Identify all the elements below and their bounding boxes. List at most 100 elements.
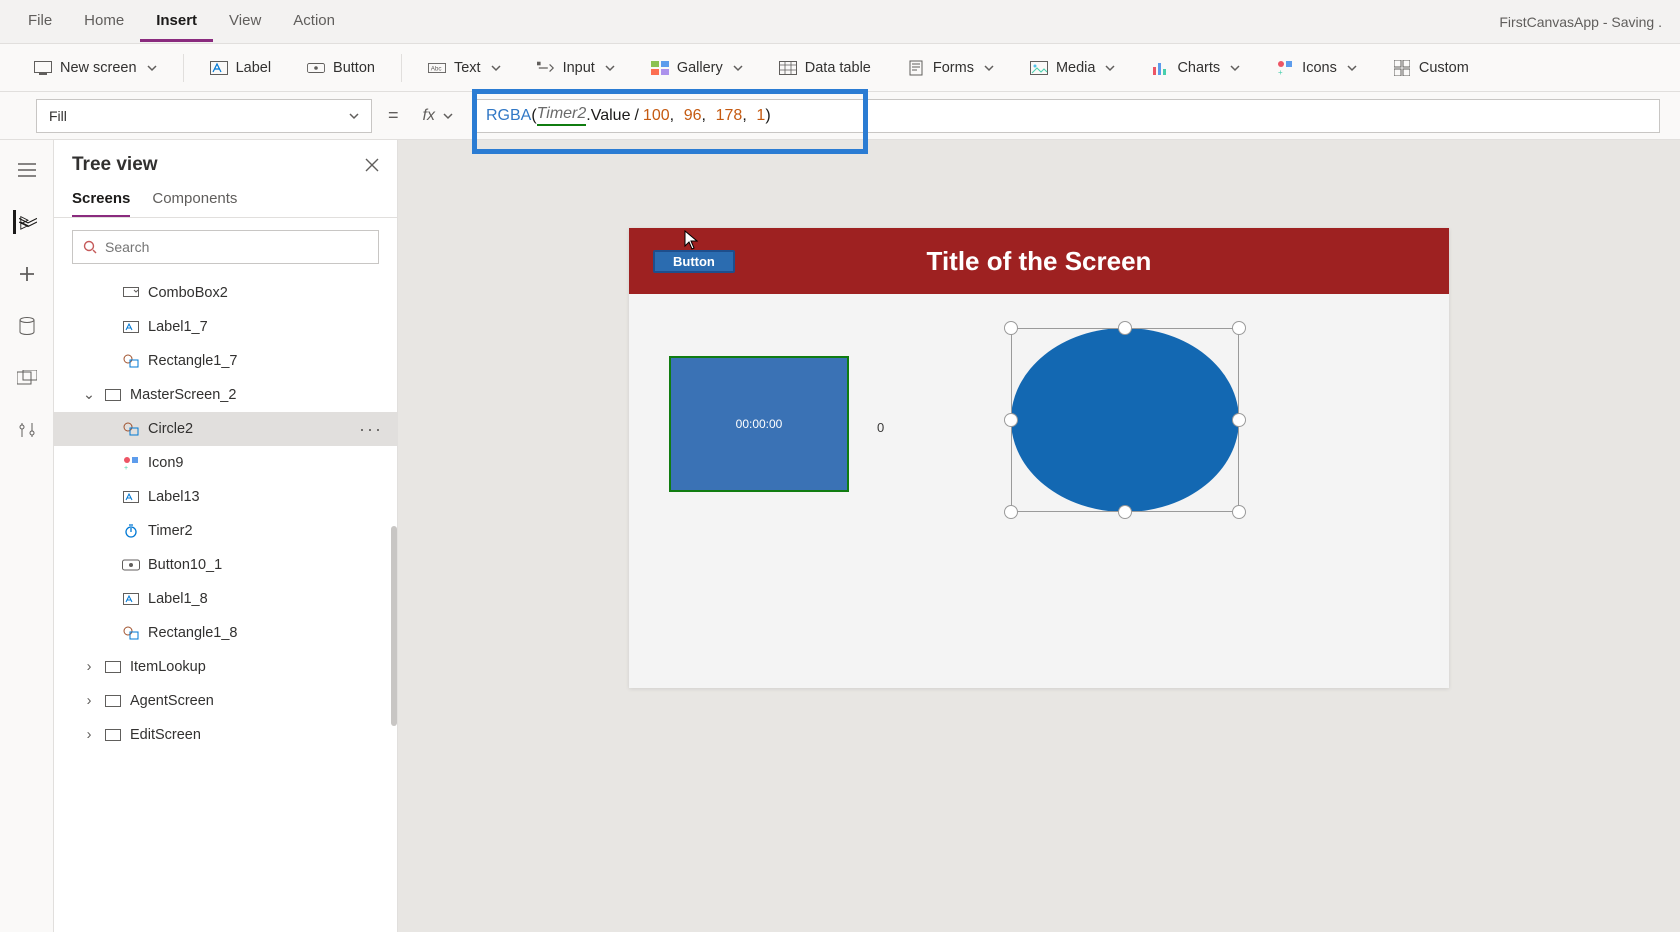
rail-tree-view[interactable] bbox=[13, 210, 37, 234]
menu-action[interactable]: Action bbox=[277, 2, 351, 42]
combobox-icon bbox=[122, 284, 140, 302]
equals-label: = bbox=[384, 105, 403, 126]
app-title-status: FirstCanvasApp - Saving . bbox=[1499, 14, 1668, 30]
main-area: Tree view Screens Components ComboBox2 L… bbox=[0, 140, 1680, 932]
timer-icon bbox=[122, 522, 140, 540]
expand-icon[interactable]: › bbox=[82, 659, 96, 675]
tree-node-label1-7[interactable]: Label1_7 bbox=[54, 310, 397, 344]
tree-node-masterscreen-2[interactable]: ⌄MasterScreen_2 bbox=[54, 378, 397, 412]
resize-handle[interactable] bbox=[1232, 321, 1246, 335]
media-dropdown[interactable]: Media bbox=[1016, 53, 1130, 83]
canvas-timer-control[interactable]: 00:00:00 bbox=[669, 356, 849, 492]
more-options-icon[interactable]: ··· bbox=[359, 419, 383, 440]
tree-node-combobox2[interactable]: ComboBox2 bbox=[54, 276, 397, 310]
scrollbar-thumb[interactable] bbox=[391, 526, 397, 726]
rail-hamburger[interactable] bbox=[15, 158, 39, 182]
fx-button[interactable]: fx bbox=[415, 107, 461, 125]
input-icon bbox=[537, 59, 555, 77]
icons-icon: + bbox=[1276, 59, 1294, 77]
rail-data[interactable] bbox=[15, 314, 39, 338]
button-button[interactable]: Button bbox=[293, 53, 389, 83]
input-btn-label: Input bbox=[563, 60, 595, 76]
charts-dropdown[interactable]: Charts bbox=[1137, 53, 1254, 83]
tree-list[interactable]: ComboBox2 Label1_7 Rectangle1_7 ⌄MasterS… bbox=[54, 276, 397, 932]
resize-handle[interactable] bbox=[1004, 505, 1018, 519]
menu-home[interactable]: Home bbox=[68, 2, 140, 42]
insert-ribbon: New screen Label Button Abc Text Input G… bbox=[0, 44, 1680, 92]
resize-handle[interactable] bbox=[1232, 505, 1246, 519]
chevron-down-icon bbox=[605, 63, 615, 73]
tree-node-timer2[interactable]: Timer2 bbox=[54, 514, 397, 548]
new-screen-button[interactable]: New screen bbox=[20, 53, 171, 83]
rail-insert[interactable] bbox=[15, 262, 39, 286]
form-icon bbox=[907, 59, 925, 77]
menu-file[interactable]: File bbox=[12, 2, 68, 42]
chevron-down-icon bbox=[443, 111, 453, 121]
tree-close-button[interactable] bbox=[365, 158, 379, 172]
charts-label: Charts bbox=[1177, 60, 1220, 76]
canvas-button-control[interactable]: Button bbox=[653, 250, 735, 273]
canvas-circle-selection[interactable] bbox=[1011, 328, 1239, 512]
text-btn-label: Text bbox=[454, 60, 481, 76]
datatable-button[interactable]: Data table bbox=[765, 53, 885, 83]
gallery-dropdown[interactable]: Gallery bbox=[637, 53, 757, 83]
search-icon bbox=[83, 240, 97, 254]
screen-icon bbox=[104, 726, 122, 744]
tree-node-label1-8[interactable]: Label1_8 bbox=[54, 582, 397, 616]
media-label: Media bbox=[1056, 60, 1096, 76]
rail-media[interactable] bbox=[15, 366, 39, 390]
label-button[interactable]: Label bbox=[196, 53, 285, 83]
custom-dropdown[interactable]: Custom bbox=[1379, 53, 1483, 83]
screen-icon bbox=[104, 386, 122, 404]
iconctrl-icon: + bbox=[122, 454, 140, 472]
expand-icon[interactable]: ⌄ bbox=[82, 387, 96, 403]
resize-handle[interactable] bbox=[1118, 321, 1132, 335]
expand-icon[interactable]: › bbox=[82, 693, 96, 709]
label-btn-text: Label bbox=[236, 60, 271, 76]
tree-view-title: Tree view bbox=[72, 154, 158, 176]
gallery-icon bbox=[651, 59, 669, 77]
top-menubar: File Home Insert View Action FirstCanvas… bbox=[0, 0, 1680, 44]
tree-node-button10-1[interactable]: Button10_1 bbox=[54, 548, 397, 582]
tab-components[interactable]: Components bbox=[152, 190, 237, 217]
menu-insert[interactable]: Insert bbox=[140, 2, 213, 42]
canvas-area[interactable]: Button Title of the Screen 00:00:00 0 bbox=[398, 140, 1680, 932]
svg-text:+: + bbox=[1278, 68, 1283, 76]
left-rail bbox=[0, 140, 54, 932]
resize-handle[interactable] bbox=[1118, 505, 1132, 519]
canvas-screen[interactable]: Button Title of the Screen 00:00:00 0 bbox=[629, 228, 1449, 688]
tree-node-circle2[interactable]: Circle2··· bbox=[54, 412, 397, 446]
resize-handle[interactable] bbox=[1232, 413, 1246, 427]
text-input-icon: Abc bbox=[428, 59, 446, 77]
tree-node-rectangle1-8[interactable]: Rectangle1_8 bbox=[54, 616, 397, 650]
rail-advanced[interactable] bbox=[15, 418, 39, 442]
chevron-down-icon bbox=[1230, 63, 1240, 73]
tree-search-input[interactable] bbox=[105, 239, 368, 255]
tree-node-label13[interactable]: Label13 bbox=[54, 480, 397, 514]
tree-node-itemlookup[interactable]: ›ItemLookup bbox=[54, 650, 397, 684]
formula-token-num: 100 bbox=[643, 107, 670, 125]
formula-input[interactable]: RGBA(Timer2.Value/100, 96, 178, 1) bbox=[473, 99, 1660, 133]
forms-dropdown[interactable]: Forms bbox=[893, 53, 1008, 83]
input-dropdown[interactable]: Input bbox=[523, 53, 629, 83]
label-icon bbox=[122, 590, 140, 608]
button-icon bbox=[307, 59, 325, 77]
tree-node-icon9[interactable]: +Icon9 bbox=[54, 446, 397, 480]
menu-view[interactable]: View bbox=[213, 2, 277, 42]
resize-handle[interactable] bbox=[1004, 413, 1018, 427]
tree-node-rectangle1-7[interactable]: Rectangle1_7 bbox=[54, 344, 397, 378]
screen-icon bbox=[34, 59, 52, 77]
tree-search[interactable] bbox=[72, 230, 379, 264]
label-icon bbox=[122, 318, 140, 336]
chevron-down-icon bbox=[1105, 63, 1115, 73]
icons-dropdown[interactable]: + Icons bbox=[1262, 53, 1371, 83]
tree-node-agentscreen[interactable]: ›AgentScreen bbox=[54, 684, 397, 718]
ribbon-separator bbox=[183, 54, 184, 82]
property-selector[interactable]: Fill bbox=[36, 99, 372, 133]
expand-icon[interactable]: › bbox=[82, 727, 96, 743]
formula-token-ref: Timer2 bbox=[537, 105, 587, 126]
tree-node-editscreen[interactable]: ›EditScreen bbox=[54, 718, 397, 752]
tab-screens[interactable]: Screens bbox=[72, 190, 130, 217]
text-dropdown[interactable]: Abc Text bbox=[414, 53, 515, 83]
resize-handle[interactable] bbox=[1004, 321, 1018, 335]
